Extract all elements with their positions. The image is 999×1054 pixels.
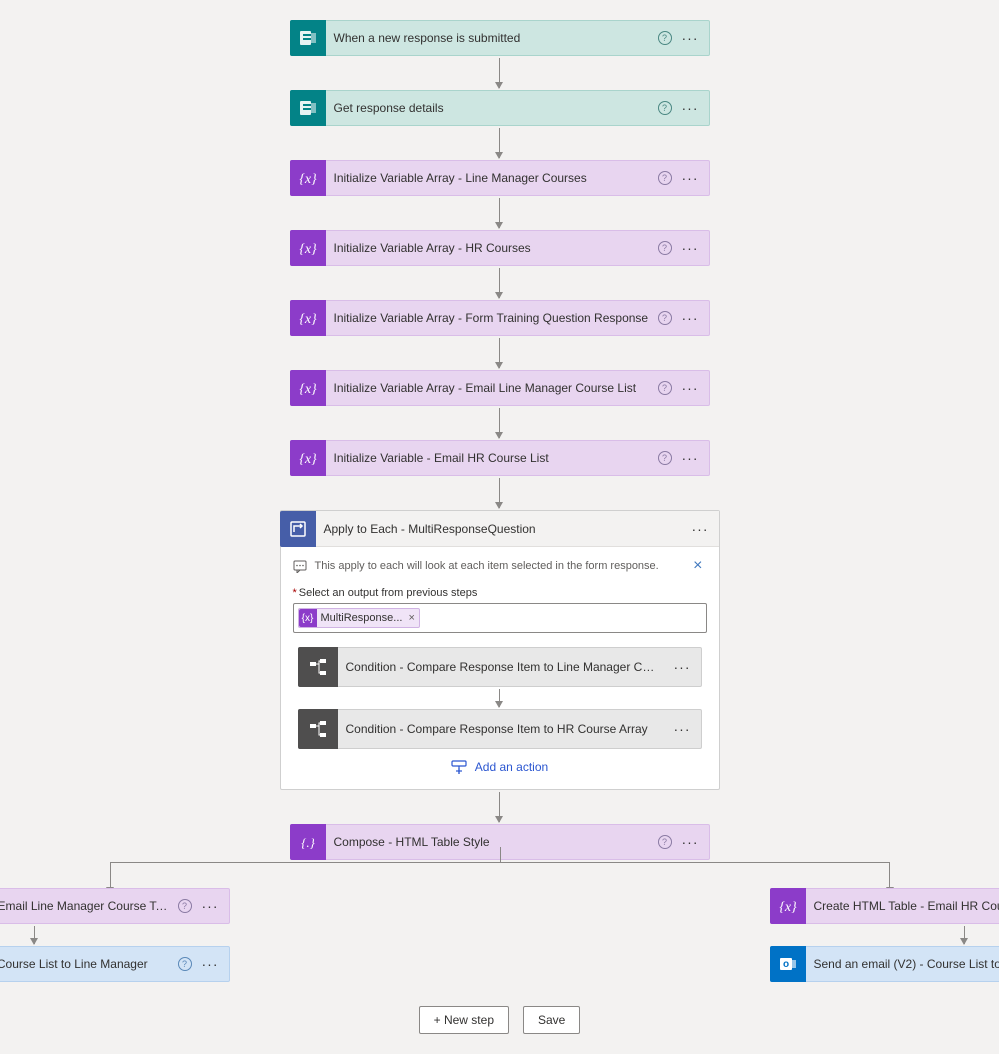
variable-icon bbox=[290, 440, 326, 476]
card-label: Initialize Variable Array - Form Trainin… bbox=[326, 311, 658, 325]
card-label: Send an email (V2) - Course List to Line… bbox=[0, 957, 178, 971]
help-icon[interactable]: ? bbox=[178, 899, 192, 913]
close-icon[interactable]: × bbox=[689, 557, 706, 575]
more-icon[interactable]: ··· bbox=[682, 835, 699, 849]
card-label: Initialize Variable Array - Line Manager… bbox=[326, 171, 658, 185]
comment-icon bbox=[293, 559, 307, 573]
close-icon[interactable]: × bbox=[408, 612, 414, 624]
condition-icon bbox=[298, 647, 338, 687]
arrow-down-icon bbox=[34, 926, 35, 944]
field-label: *Select an output from previous steps bbox=[293, 587, 707, 599]
action-send-email-linemgr[interactable]: Send an email (V2) - Course List to Line… bbox=[0, 946, 230, 982]
flow-canvas: When a new response is submitted ? ··· G… bbox=[10, 20, 989, 1034]
card-label: Get response details bbox=[326, 101, 658, 115]
new-step-button[interactable]: + New step bbox=[419, 1006, 509, 1034]
arrow-down-icon bbox=[499, 408, 500, 438]
more-icon[interactable]: ··· bbox=[692, 522, 709, 536]
action-init-var-line-manager-courses[interactable]: Initialize Variable Array - Line Manager… bbox=[290, 160, 710, 196]
action-init-var-form-training-response[interactable]: Initialize Variable Array - Form Trainin… bbox=[290, 300, 710, 336]
footer-bar: + New step Save bbox=[419, 1006, 581, 1034]
compose-icon bbox=[290, 824, 326, 860]
help-icon[interactable]: ? bbox=[178, 957, 192, 971]
more-icon[interactable]: ··· bbox=[682, 451, 699, 465]
action-init-var-email-line-manager-list[interactable]: Initialize Variable Array - Email Line M… bbox=[290, 370, 710, 406]
action-send-email-hr[interactable]: Send an email (V2) - Course List to HR ?… bbox=[770, 946, 999, 982]
condition-hr-array[interactable]: Condition - Compare Response Item to HR … bbox=[298, 709, 702, 749]
arrow-down-icon bbox=[499, 128, 500, 158]
arrow-down-icon bbox=[499, 198, 500, 228]
variable-icon bbox=[290, 160, 326, 196]
token-label: MultiResponse... bbox=[321, 612, 403, 624]
variable-icon bbox=[290, 300, 326, 336]
card-label: Condition - Compare Response Item to HR … bbox=[338, 722, 664, 736]
branch-left: Create HTML Table - Email Line Manager C… bbox=[0, 888, 230, 982]
scope-title: Apply to Each - MultiResponseQuestion bbox=[316, 522, 692, 536]
save-button[interactable]: Save bbox=[523, 1006, 580, 1034]
action-create-html-table-linemgr[interactable]: Create HTML Table - Email Line Manager C… bbox=[0, 888, 230, 924]
more-icon[interactable]: ··· bbox=[682, 171, 699, 185]
help-icon[interactable]: ? bbox=[658, 451, 672, 465]
action-get-response-details[interactable]: Get response details ? ··· bbox=[290, 90, 710, 126]
more-icon[interactable]: ··· bbox=[664, 660, 701, 674]
more-icon[interactable]: ··· bbox=[682, 381, 699, 395]
action-create-html-table-hr[interactable]: Create HTML Table - Email HR Course Tabl… bbox=[770, 888, 999, 924]
help-icon[interactable]: ? bbox=[658, 101, 672, 115]
variable-icon bbox=[290, 370, 326, 406]
card-label: Initialize Variable - Email HR Course Li… bbox=[326, 451, 658, 465]
branch-right: Create HTML Table - Email HR Course Tabl… bbox=[770, 888, 999, 982]
action-init-var-email-hr-list[interactable]: Initialize Variable - Email HR Course Li… bbox=[290, 440, 710, 476]
arrow-down-icon bbox=[964, 926, 965, 944]
arrow-down-icon bbox=[499, 478, 500, 508]
add-action-icon bbox=[451, 759, 467, 775]
arrow-down-icon bbox=[499, 689, 500, 707]
loop-icon bbox=[280, 511, 316, 547]
more-icon[interactable]: ··· bbox=[202, 899, 219, 913]
variable-icon bbox=[290, 230, 326, 266]
condition-line-manager-array[interactable]: Condition - Compare Response Item to Lin… bbox=[298, 647, 702, 687]
help-icon[interactable]: ? bbox=[658, 835, 672, 849]
scope-comment: This apply to each will look at each ite… bbox=[293, 557, 707, 575]
more-icon[interactable]: ··· bbox=[664, 722, 701, 736]
scope-apply-to-each: Apply to Each - MultiResponseQuestion ··… bbox=[280, 510, 720, 790]
card-label: Initialize Variable Array - Email Line M… bbox=[326, 381, 658, 395]
help-icon[interactable]: ? bbox=[658, 311, 672, 325]
action-init-var-hr-courses[interactable]: Initialize Variable Array - HR Courses ?… bbox=[290, 230, 710, 266]
help-icon[interactable]: ? bbox=[658, 31, 672, 45]
arrow-down-icon bbox=[499, 792, 500, 822]
variable-icon: {x} bbox=[299, 609, 317, 627]
more-icon[interactable]: ··· bbox=[682, 31, 699, 45]
add-action-button[interactable]: Add an action bbox=[451, 759, 548, 775]
token-multiresponse[interactable]: {x} MultiResponse... × bbox=[298, 608, 420, 628]
help-icon[interactable]: ? bbox=[658, 171, 672, 185]
more-icon[interactable]: ··· bbox=[682, 311, 699, 325]
arrow-down-icon bbox=[499, 58, 500, 88]
forms-icon bbox=[290, 20, 326, 56]
arrow-down-icon bbox=[499, 338, 500, 368]
branch-connector bbox=[110, 862, 890, 888]
card-label: Create HTML Table - Email HR Course Tabl… bbox=[806, 899, 999, 913]
more-icon[interactable]: ··· bbox=[682, 241, 699, 255]
outlook-icon bbox=[770, 946, 806, 982]
card-label: Condition - Compare Response Item to Lin… bbox=[338, 660, 664, 674]
arrow-down-icon bbox=[499, 268, 500, 298]
output-selector-input[interactable]: {x} MultiResponse... × bbox=[293, 603, 707, 633]
card-label: Create HTML Table - Email Line Manager C… bbox=[0, 899, 178, 913]
more-icon[interactable]: ··· bbox=[682, 101, 699, 115]
scope-header[interactable]: Apply to Each - MultiResponseQuestion ··… bbox=[281, 511, 719, 547]
card-label: Initialize Variable Array - HR Courses bbox=[326, 241, 658, 255]
condition-icon bbox=[298, 709, 338, 749]
help-icon[interactable]: ? bbox=[658, 381, 672, 395]
card-label: Compose - HTML Table Style bbox=[326, 835, 658, 849]
forms-icon bbox=[290, 90, 326, 126]
card-label: When a new response is submitted bbox=[326, 31, 658, 45]
variable-icon bbox=[770, 888, 806, 924]
card-label: Send an email (V2) - Course List to HR bbox=[806, 957, 999, 971]
help-icon[interactable]: ? bbox=[658, 241, 672, 255]
trigger-forms-new-response[interactable]: When a new response is submitted ? ··· bbox=[290, 20, 710, 56]
more-icon[interactable]: ··· bbox=[202, 957, 219, 971]
scope-comment-text: This apply to each will look at each ite… bbox=[315, 560, 659, 572]
add-action-label: Add an action bbox=[475, 760, 548, 774]
